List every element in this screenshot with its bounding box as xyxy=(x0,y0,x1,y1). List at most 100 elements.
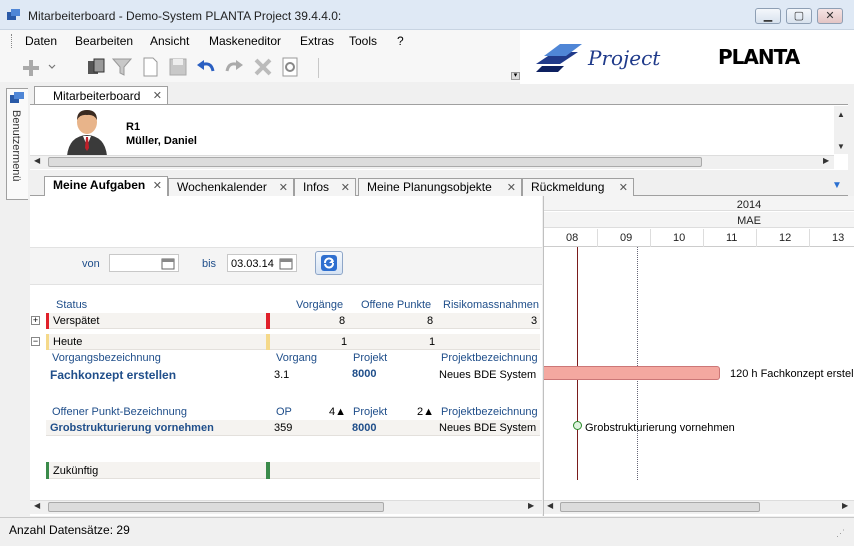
close-icon[interactable]: ✕ xyxy=(279,181,288,194)
scroll-thumb[interactable] xyxy=(48,502,384,512)
gantt-year: 2014 xyxy=(736,199,762,211)
projekt-sort-indicator[interactable]: 2▲ xyxy=(417,406,434,418)
status-color-marker xyxy=(266,462,270,479)
gantt-day: 08 xyxy=(566,232,579,244)
col-vorgangsbezeichnung: Vorgangsbezeichnung xyxy=(52,352,161,364)
filter-icon[interactable] xyxy=(111,56,133,78)
menu-help[interactable]: ? xyxy=(397,34,404,48)
status-label: Zukünftig xyxy=(53,465,99,477)
employee-name: Müller, Daniel xyxy=(126,135,197,147)
tab-mitarbeiterboard[interactable]: Mitarbeiterboard ✕ xyxy=(34,86,168,105)
close-icon[interactable]: ✕ xyxy=(619,181,628,194)
vorgang-link[interactable]: Fachkonzept erstellen xyxy=(50,368,176,382)
close-window-button[interactable]: ✕ xyxy=(817,8,843,24)
table-row[interactable] xyxy=(46,313,540,329)
calendar-icon[interactable] xyxy=(161,256,175,270)
scroll-right-icon[interactable]: ▶ xyxy=(823,156,829,165)
gantt-year-header: 2014 xyxy=(544,196,854,211)
new-icon[interactable] xyxy=(20,57,42,79)
gantt-bar-label: 120 h Fachkonzept erstellen xyxy=(730,368,854,380)
milestone-marker[interactable] xyxy=(573,421,582,430)
tab-wochenkalender[interactable]: Wochenkalender ✕ xyxy=(168,178,294,196)
tab-meine-planungsobjekte[interactable]: Meine Planungsobjekte ✕ xyxy=(358,178,522,196)
menu-tools[interactable]: Tools xyxy=(349,34,377,48)
table-row[interactable] xyxy=(46,334,540,350)
gantt-days-header xyxy=(544,229,854,247)
close-icon[interactable]: ✕ xyxy=(341,181,350,194)
scroll-thumb[interactable] xyxy=(560,502,760,512)
toolbar-overflow-button[interactable]: ▾ xyxy=(511,72,520,80)
col-projektbezeichnung: Projektbezeichnung xyxy=(441,406,538,418)
refresh-icon xyxy=(321,255,337,271)
gantt-divider xyxy=(597,229,598,247)
tab-label: Mitarbeiterboard xyxy=(53,89,141,103)
menu-ansicht[interactable]: Ansicht xyxy=(150,34,189,48)
close-icon[interactable]: ✕ xyxy=(507,181,516,194)
menu-bearbeiten[interactable]: Bearbeiten xyxy=(75,34,133,48)
scroll-down-icon[interactable]: ▼ xyxy=(837,142,845,151)
minimize-button[interactable]: ▁ xyxy=(755,8,781,24)
col-vorgaenge: Vorgänge xyxy=(296,299,344,311)
op-sort-indicator[interactable]: 4▲ xyxy=(329,406,346,418)
gantt-divider xyxy=(703,229,704,247)
offene-punkte-count: 8 xyxy=(427,315,434,327)
planta-app-icon xyxy=(7,9,20,20)
projekt-link[interactable]: 8000 xyxy=(352,368,376,380)
close-icon[interactable]: ✕ xyxy=(153,179,162,192)
scroll-right-icon[interactable]: ▶ xyxy=(528,501,534,510)
bis-label: bis xyxy=(202,258,217,270)
project-logo-mark xyxy=(536,44,582,72)
scroll-left-icon[interactable]: ◀ xyxy=(547,501,553,510)
gantt-bar[interactable] xyxy=(544,366,720,380)
gantt-unit-header: MAE xyxy=(544,212,854,228)
maximize-button[interactable]: ▢ xyxy=(786,8,812,24)
scroll-right-icon[interactable]: ▶ xyxy=(842,501,848,510)
print-preview-icon[interactable] xyxy=(279,56,301,78)
record-count: Anzahl Datensätze: 29 xyxy=(9,523,130,537)
tab-label: Rückmeldung xyxy=(531,180,605,194)
projekt-link[interactable]: 8000 xyxy=(352,422,376,434)
tab-meine-aufgaben[interactable]: Meine Aufgaben ✕ xyxy=(44,176,168,197)
projektbezeichnung: Neues BDE System xyxy=(439,422,537,434)
status-label: Verspätet xyxy=(53,315,100,327)
gantt-day: 13 xyxy=(832,232,845,244)
collapse-button[interactable]: − xyxy=(31,337,40,346)
col-projekt[interactable]: Projekt xyxy=(353,406,387,418)
menu-maskeneditor[interactable]: Maskeneditor xyxy=(209,34,281,48)
menu-extras[interactable]: Extras xyxy=(300,34,334,48)
scroll-left-icon[interactable]: ◀ xyxy=(34,501,40,510)
resize-grip-icon[interactable]: ⋰ xyxy=(836,528,845,539)
scroll-up-icon[interactable]: ▲ xyxy=(837,110,845,119)
table-row[interactable] xyxy=(46,462,540,479)
tab-infos[interactable]: Infos ✕ xyxy=(294,178,356,196)
redo-icon[interactable] xyxy=(223,56,245,78)
col-risikomassnahmen: Risikomassnahmen xyxy=(443,299,539,311)
tab-rueckmeldung[interactable]: Rückmeldung ✕ xyxy=(522,178,634,196)
tab-list-dropdown-icon[interactable]: ▼ xyxy=(832,180,842,191)
delete-icon[interactable] xyxy=(252,56,274,78)
close-icon[interactable]: ✕ xyxy=(153,89,162,102)
expand-button[interactable]: + xyxy=(31,316,40,325)
offener-punkt-link[interactable]: Grobstrukturierung vornehmen xyxy=(50,422,214,434)
gantt-day: 09 xyxy=(620,232,633,244)
document-icon[interactable] xyxy=(139,56,161,78)
save-icon[interactable] xyxy=(167,56,189,78)
gantt-divider xyxy=(756,229,757,247)
col-offene-punkte: Offene Punkte xyxy=(361,299,432,311)
status-color-marker xyxy=(46,313,49,329)
calendar-icon[interactable] xyxy=(279,256,293,270)
undo-icon[interactable] xyxy=(195,56,217,78)
op-nr: 359 xyxy=(274,422,293,434)
scroll-left-icon[interactable]: ◀ xyxy=(34,156,40,165)
refresh-button[interactable] xyxy=(315,251,343,275)
gantt-divider xyxy=(650,229,651,247)
status-label: Heute xyxy=(53,336,83,348)
offene-punkte-count: 1 xyxy=(429,336,436,348)
chevron-down-icon[interactable] xyxy=(48,64,56,70)
copy-icon[interactable] xyxy=(85,56,107,78)
menu-daten[interactable]: Daten xyxy=(25,34,57,48)
scroll-thumb[interactable] xyxy=(48,157,702,167)
avatar xyxy=(67,110,107,156)
col-op[interactable]: OP xyxy=(276,406,292,418)
window-title: Mitarbeiterboard - Demo-System PLANTA Pr… xyxy=(28,9,342,23)
